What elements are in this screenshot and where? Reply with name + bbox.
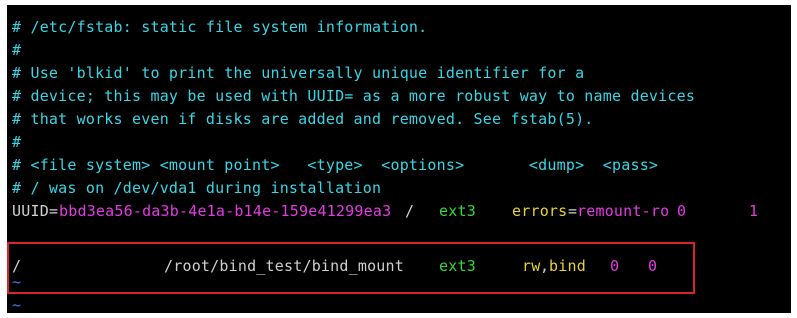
uuid-options-equals: = xyxy=(568,202,578,220)
comment-line-5: # that works even if disks are added and… xyxy=(12,110,594,128)
highlight-box xyxy=(7,242,695,294)
uuid-options-key: errors xyxy=(512,202,568,220)
uuid-dump: 0 xyxy=(677,202,687,220)
uuid-pass: 1 xyxy=(749,202,759,220)
comment-line-3: # Use 'blkid' to print the universally u… xyxy=(12,64,585,82)
uuid-value: bbd3ea56-da3b-4e1a-b14e-159e41299ea3 xyxy=(59,202,392,220)
uuid-options-value: remount-ro xyxy=(577,202,670,220)
uuid-mount-point: / xyxy=(405,202,415,220)
empty-line-tilde-2: ~ xyxy=(12,296,22,313)
comment-line-7: # <file system> <mount point> <type> <op… xyxy=(12,156,659,174)
uuid-equals: = xyxy=(49,202,59,220)
comment-line-6: # xyxy=(12,133,22,151)
comment-line-4: # device; this may be used with UUID= as… xyxy=(12,87,696,105)
comment-line-8: # / was on /dev/vda1 during installation xyxy=(12,179,382,197)
uuid-key: UUID xyxy=(12,202,49,220)
comment-line-2: # xyxy=(12,41,22,59)
comment-line-1: # /etc/fstab: static file system informa… xyxy=(12,18,428,36)
uuid-entry-line: UUID = bbd3ea56-da3b-4e1a-b14e-159e41299… xyxy=(12,200,782,222)
uuid-type: ext3 xyxy=(439,202,476,220)
